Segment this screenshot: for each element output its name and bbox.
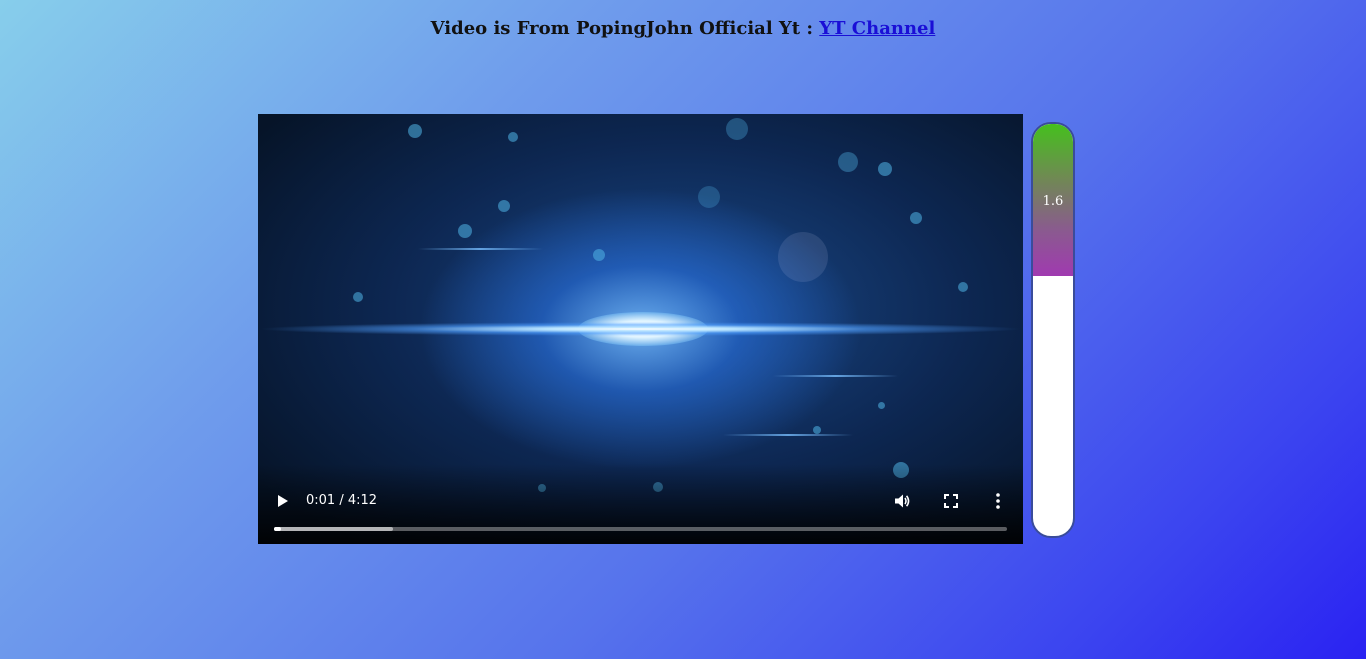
level-meter[interactable]: 1.6 — [1031, 122, 1075, 538]
video-particle — [698, 186, 720, 208]
video-particle — [958, 282, 968, 292]
video-particle — [813, 426, 821, 434]
video-player[interactable]: 0:01 / 4:12 — [258, 114, 1023, 544]
video-particle — [408, 124, 422, 138]
video-particle — [910, 212, 922, 224]
volume-icon[interactable] — [893, 492, 911, 510]
video-particle — [726, 118, 748, 140]
play-icon[interactable] — [274, 493, 290, 509]
fullscreen-icon[interactable] — [943, 493, 959, 509]
more-vertical-icon[interactable] — [992, 492, 1004, 510]
light-streak — [723, 434, 853, 436]
light-streak — [773, 375, 898, 377]
video-particle — [498, 200, 510, 212]
video-particle — [508, 132, 518, 142]
page-heading: Video is From PopingJohn Official Yt : Y… — [0, 18, 1366, 39]
light-streak — [418, 248, 543, 250]
video-particle — [778, 232, 828, 282]
time-display: 0:01 / 4:12 — [306, 493, 378, 508]
video-particle — [458, 224, 472, 238]
light-flare — [258, 322, 1023, 336]
video-particle — [353, 292, 363, 302]
video-particle — [593, 249, 605, 261]
video-particle — [838, 152, 858, 172]
player-controls: 0:01 / 4:12 — [258, 464, 1023, 544]
seek-bar[interactable] — [274, 527, 1007, 531]
seek-progress — [274, 527, 281, 531]
seek-buffered — [274, 527, 393, 531]
yt-channel-link[interactable]: YT Channel — [819, 18, 935, 39]
video-particle — [878, 402, 885, 409]
video-particle — [878, 162, 892, 176]
meter-value: 1.6 — [1042, 194, 1064, 209]
heading-text: Video is From PopingJohn Official Yt : — [430, 18, 820, 39]
